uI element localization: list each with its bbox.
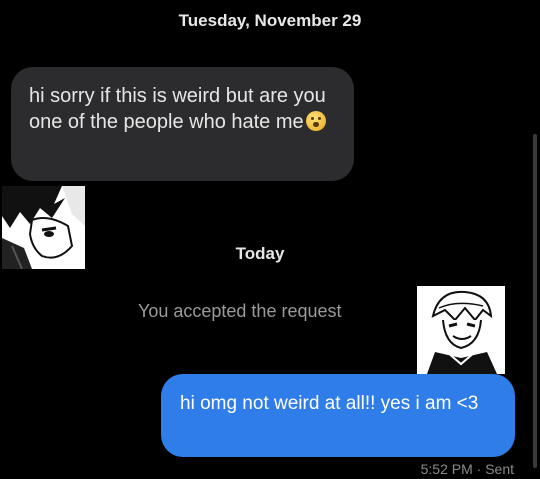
- scrollbar[interactable]: [533, 134, 537, 468]
- incoming-message-bubble[interactable]: hi sorry if this is weird but are you on…: [11, 67, 354, 181]
- receipt-status: · Sent: [476, 461, 514, 477]
- today-header: Today: [235, 244, 285, 263]
- receipt-time: 5:52 PM: [420, 461, 473, 477]
- sent-receipt: 5:52 PM · Sent: [421, 461, 514, 477]
- date-header: Tuesday, November 29: [178, 11, 362, 30]
- manga-avatar-icon: [417, 286, 505, 374]
- incoming-message-text: hi sorry if this is weird but are you on…: [29, 85, 326, 133]
- outgoing-message-bubble[interactable]: hi omg not weird at all!! yes i am <3: [161, 374, 515, 457]
- system-message: You accepted the request: [138, 301, 342, 321]
- crying-emoji-icon: [305, 111, 326, 131]
- outgoing-message-text: hi omg not weird at all!! yes i am <3: [180, 393, 479, 414]
- recipient-avatar[interactable]: [417, 286, 505, 374]
